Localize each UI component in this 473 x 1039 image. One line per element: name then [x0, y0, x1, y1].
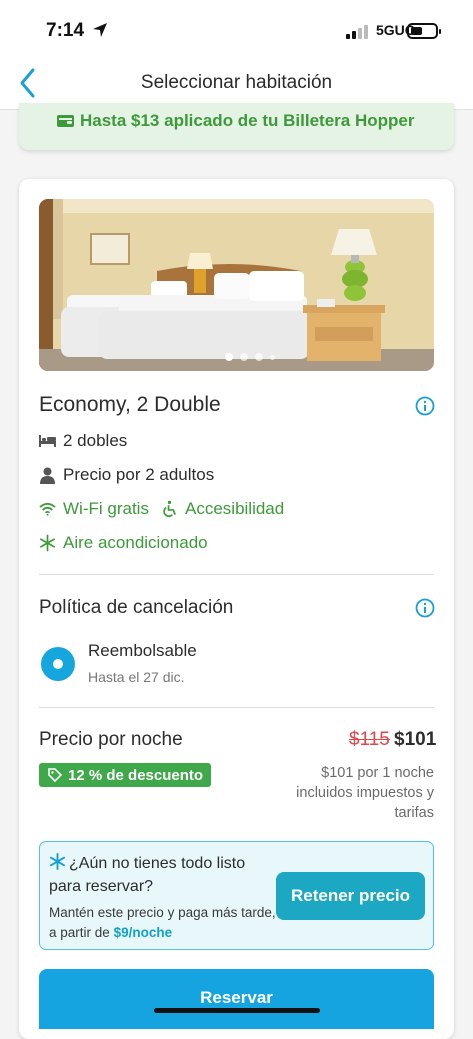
- hold-question-text: ¿Aún no tienes todo listo para reservar?: [49, 855, 246, 895]
- room-card: Economy, 2 Double 2 dobles Precio por 2 …: [19, 179, 454, 1039]
- room-name: Economy, 2 Double: [39, 393, 221, 416]
- room-info-icon[interactable]: [415, 396, 435, 416]
- occupancy-text: Precio por 2 adultos: [63, 465, 215, 484]
- battery-icon: [407, 23, 441, 39]
- new-price: $101: [394, 729, 437, 750]
- hold-subtext-price: $9/noche: [113, 925, 173, 940]
- old-price: $115: [349, 729, 390, 750]
- wallet-banner-text: Hasta $13 aplicado de tu Billetera Hoppe…: [80, 111, 415, 130]
- cancellation-title: Política de cancelación: [39, 597, 234, 618]
- status-bar: 7:14 5GUC: [0, 0, 473, 62]
- refundable-radio[interactable]: [41, 647, 75, 681]
- refundable-deadline: Hasta el 27 dic.: [88, 669, 185, 685]
- snowflake-icon: [40, 534, 55, 552]
- hold-subtext: Mantén este precio y paga más tarde, a p…: [49, 903, 279, 943]
- hold-question: ¿Aún no tienes todo listo para reservar?: [49, 852, 264, 898]
- carousel-dots[interactable]: [225, 353, 275, 361]
- room-photo: [39, 199, 434, 371]
- discount-badge: 12 % de descuento: [39, 763, 211, 787]
- bed-icon: [39, 435, 56, 447]
- room-photo-carousel[interactable]: [39, 199, 434, 371]
- cellular-signal-icon: [346, 25, 368, 39]
- amenity-wifi-text: Wi-Fi gratis: [63, 499, 149, 518]
- wheelchair-icon: [163, 500, 176, 518]
- location-arrow-icon: [93, 23, 107, 37]
- beds-row: 2 dobles: [39, 431, 127, 451]
- amenity-accessibility: Accesibilidad: [161, 499, 284, 519]
- hold-price-button[interactable]: Retener precio: [276, 872, 425, 920]
- divider: [39, 707, 434, 708]
- occupancy-row: Precio por 2 adultos: [39, 465, 214, 485]
- amenity-ac-text: Aire acondicionado: [63, 533, 208, 552]
- amenity-wifi: Wi-Fi gratis: [39, 499, 149, 519]
- home-indicator: [154, 1008, 320, 1013]
- amenity-ac: Aire acondicionado: [39, 533, 208, 553]
- status-time: 7:14: [46, 20, 85, 41]
- beds-text: 2 dobles: [63, 431, 128, 450]
- tag-icon: [48, 768, 62, 782]
- wallet-banner: Hasta $13 aplicado de tu Billetera Hoppe…: [19, 103, 454, 150]
- wifi-icon: [39, 502, 56, 516]
- divider: [39, 574, 434, 575]
- book-button[interactable]: Reservar: [39, 969, 434, 1029]
- snowflake-icon: [49, 853, 66, 870]
- price-note: $101 por 1 noche incluidos impuestos y t…: [296, 765, 434, 821]
- cancellation-info-icon[interactable]: [415, 598, 435, 618]
- person-icon: [40, 467, 55, 484]
- discount-text: 12 % de descuento: [68, 766, 204, 784]
- wallet-icon: [57, 115, 74, 127]
- price-per-night-label: Precio por noche: [39, 729, 183, 750]
- refundable-label: Reembolsable: [88, 641, 197, 660]
- amenity-accessibility-text: Accesibilidad: [185, 499, 285, 518]
- hold-price-box: ¿Aún no tienes todo listo para reservar?…: [39, 841, 434, 950]
- page-title: Seleccionar habitación: [140, 72, 333, 93]
